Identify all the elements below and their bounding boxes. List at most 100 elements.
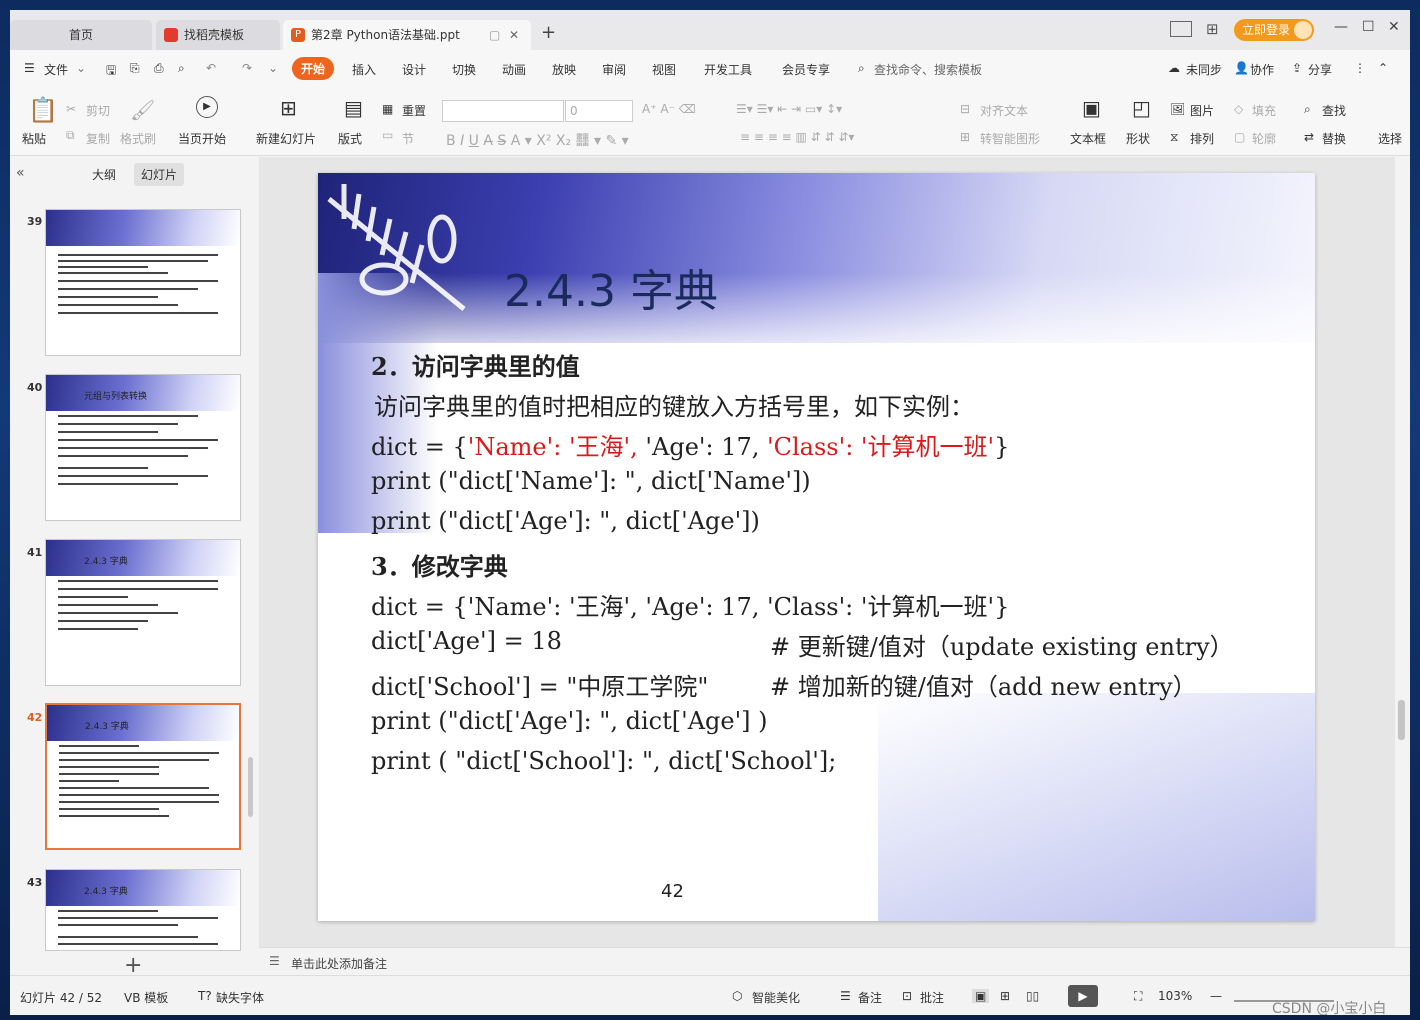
redo-icon[interactable]: ↷ — [242, 61, 252, 75]
menu-home[interactable]: 开始 — [292, 57, 335, 80]
replace-button[interactable]: 替换 — [1322, 130, 1346, 147]
grid-apps-icon[interactable]: ⊞ — [1206, 20, 1219, 38]
layout-icon[interactable] — [1170, 21, 1192, 37]
template-name[interactable]: VB 模板 — [124, 989, 168, 1006]
thumb-title: 2.4.3 字典 — [84, 557, 128, 567]
fit-window-icon[interactable]: ⛶ — [1134, 989, 1142, 1004]
menu-file[interactable]: 文件 — [44, 61, 68, 78]
normal-view-icon[interactable]: ▣ — [972, 989, 990, 1003]
avatar — [1294, 21, 1312, 39]
sorter-view-icon[interactable]: ⊞ — [1000, 989, 1010, 1003]
new-slide-button[interactable]: 新建幻灯片 — [256, 130, 316, 147]
layout-button[interactable]: 版式 — [338, 130, 362, 147]
menu-developer[interactable]: 开发工具 — [704, 61, 752, 78]
export-icon[interactable]: ⎘ — [130, 61, 140, 76]
preview-icon[interactable]: ⌕ — [178, 61, 185, 76]
close-tab-icon[interactable]: ✕ — [509, 20, 519, 50]
slide-thumbnail[interactable]: 2.4.3 字典 — [45, 869, 241, 951]
canvas-scrollbar[interactable] — [1398, 700, 1405, 740]
menu-review[interactable]: 审阅 — [602, 61, 626, 78]
textbox-button[interactable]: 文本框 — [1070, 130, 1106, 147]
slide-thumbnail[interactable]: 2.4.3 字典 — [45, 539, 241, 686]
bold-icon[interactable]: B I U A̶ S̶ A ▾ X² X₂ 䨻 ▾ ✎ ▾ — [446, 130, 629, 150]
select-button[interactable]: 选择 — [1378, 130, 1402, 147]
copy-button[interactable]: 复制 — [86, 130, 110, 147]
reading-view-icon[interactable]: ▯▯ — [1026, 989, 1039, 1003]
picture-button[interactable]: 图片 — [1190, 102, 1214, 119]
code-fragment: 'Age': 17, — [637, 433, 768, 461]
menu-design[interactable]: 设计 — [402, 61, 426, 78]
paste-button[interactable]: 粘贴 — [22, 130, 46, 147]
menu-insert[interactable]: 插入 — [352, 61, 376, 78]
ribbon: 📋 粘贴 ✂ 剪切 ⧉ 复制 🖌 格式刷 ▶ 当页开始 ⊞ 新建幻灯片 ▤ 版式… — [10, 90, 1410, 156]
fill-button[interactable]: 填充 — [1252, 102, 1276, 119]
font-name-select[interactable] — [442, 100, 564, 122]
font-size-select[interactable]: 0 — [565, 100, 633, 122]
beautify-button[interactable]: 智能美化 — [752, 989, 800, 1006]
chevron-down-icon[interactable]: ⌄ — [76, 61, 86, 75]
align-text-button[interactable]: 对齐文本 — [980, 102, 1028, 119]
slide-thumbnail[interactable]: 元组与列表转换 — [45, 374, 241, 521]
menu-slideshow[interactable]: 放映 — [552, 61, 576, 78]
cloud-icon: ☁ — [1168, 61, 1180, 75]
slide-thumbnail-selected[interactable]: 2.4.3 字典 — [45, 703, 241, 850]
missing-font-button[interactable]: 缺失字体 — [216, 989, 264, 1006]
menu-view[interactable]: 视图 — [652, 61, 676, 78]
notes-icon: ☰ — [269, 954, 280, 968]
new-tab-button[interactable]: + — [541, 22, 556, 43]
code-fragment: } — [994, 433, 1010, 461]
login-button[interactable]: 立即登录 — [1234, 19, 1314, 41]
save-icon[interactable]: 🖫 — [106, 61, 116, 82]
menu-transition[interactable]: 切换 — [452, 61, 476, 78]
section-button[interactable]: 节 — [402, 130, 414, 147]
notes-bar[interactable]: ☰ 单击此处添加备注 — [259, 947, 1410, 975]
bullets-icon[interactable]: ☰▾ ☰▾ ⇤ ⇥ ▭▾ ↕▾ — [736, 102, 842, 116]
sync-button[interactable]: 未同步 — [1186, 61, 1222, 78]
collab-button[interactable]: 协作 — [1250, 61, 1274, 78]
remarks-button[interactable]: 备注 — [858, 989, 882, 1006]
find-button[interactable]: 查找 — [1322, 102, 1346, 119]
command-search-input[interactable]: 查找命令、搜索模板 — [874, 61, 982, 78]
cut-button[interactable]: 剪切 — [86, 102, 110, 119]
more-icon[interactable]: ⋮ — [1354, 61, 1366, 75]
minimize-button[interactable]: — — [1334, 19, 1348, 35]
slide-thumbnail[interactable] — [45, 209, 241, 356]
collapse-panel-icon[interactable]: « — [16, 165, 25, 181]
tab-home[interactable]: 首页 — [10, 20, 152, 50]
outline-tab[interactable]: 大纲 — [92, 166, 116, 183]
print-icon[interactable]: ⎙ — [154, 61, 164, 76]
zoom-out-button[interactable]: — — [1210, 989, 1222, 1003]
align-icon[interactable]: ≡ ≡ ≡ ≡ ▥ ⇵ ⇵ ⇵▾ — [740, 130, 854, 144]
reset-button[interactable]: 重置 — [402, 102, 426, 119]
close-window-button[interactable]: ✕ — [1388, 19, 1400, 35]
outline-button[interactable]: 轮廓 — [1252, 130, 1276, 147]
panel-scrollbar[interactable] — [248, 757, 253, 817]
tab-document[interactable]: P 第2章 Python语法基础.ppt ▢ ✕ — [283, 20, 531, 50]
format-painter-button[interactable]: 格式刷 — [120, 130, 156, 147]
collapse-ribbon-icon[interactable]: ⌃ — [1378, 61, 1388, 75]
arrange-button[interactable]: 排列 — [1190, 130, 1214, 147]
play-current-button[interactable]: 当页开始 — [178, 130, 226, 147]
format-painter-icon: 🖌 — [130, 98, 156, 122]
customize-icon[interactable]: ⌄ — [268, 61, 278, 75]
cut-icon: ✂ — [66, 102, 77, 116]
slide[interactable]: 2.4.3 字典 2．访问字典里的值 访问字典里的值时把相应的键放入方括号里，如… — [318, 173, 1315, 921]
menu-member[interactable]: 会员专享 — [782, 61, 830, 78]
undo-icon[interactable]: ↶ — [206, 61, 216, 75]
thumb-header — [46, 540, 240, 576]
pin-icon[interactable]: ▢ — [489, 20, 500, 50]
smart-graphic-button[interactable]: 转智能图形 — [980, 130, 1040, 147]
comments-button[interactable]: 批注 — [920, 989, 944, 1006]
grow-font-icon[interactable]: A⁺ A⁻ ⌫ — [642, 102, 696, 116]
play-icon: ▶ — [196, 96, 218, 118]
maximize-button[interactable]: ☐ — [1362, 19, 1375, 35]
hamburger-icon[interactable]: ☰ — [24, 61, 35, 75]
slides-tab[interactable]: 幻灯片 — [134, 163, 185, 186]
zoom-level[interactable]: 103% — [1158, 989, 1192, 1003]
smart-graphic-icon: ⊞ — [960, 130, 971, 144]
play-slideshow-button[interactable]: ▶ — [1068, 985, 1098, 1007]
shape-button[interactable]: 形状 — [1126, 130, 1150, 147]
tab-template[interactable]: 找稻壳模板 — [156, 20, 280, 50]
menu-animation[interactable]: 动画 — [502, 61, 526, 78]
share-button[interactable]: 分享 — [1308, 61, 1332, 78]
